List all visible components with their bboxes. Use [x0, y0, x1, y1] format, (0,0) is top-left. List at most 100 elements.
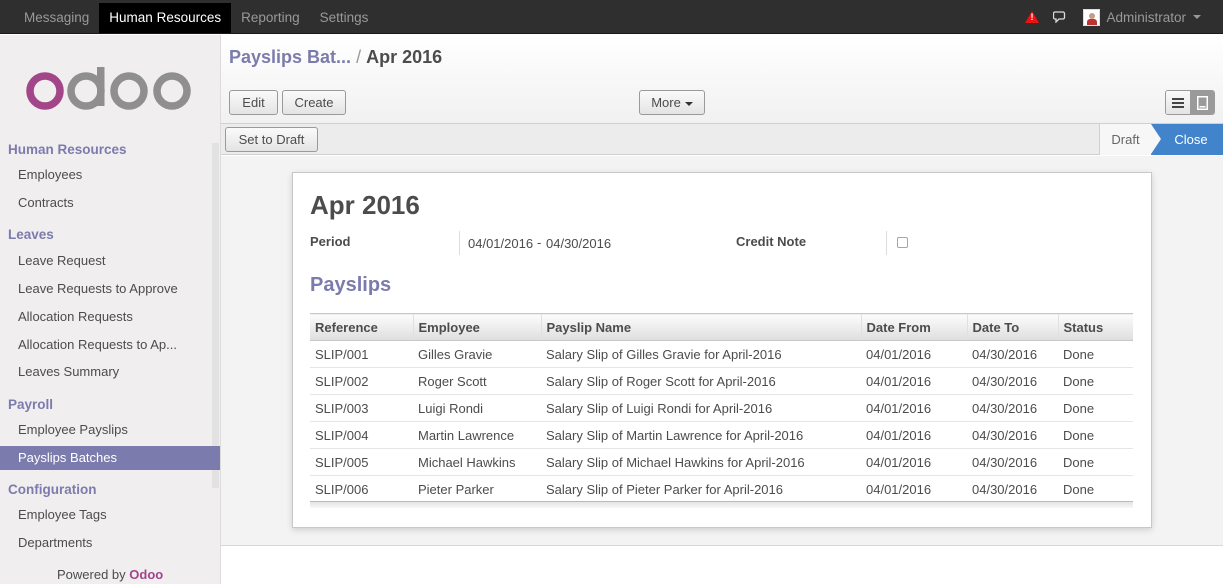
- sidebar-section-leaves: Leaves: [8, 227, 54, 242]
- table-header-row: Reference Employee Payslip Name Date Fro…: [310, 313, 1133, 341]
- caret-down-icon: [684, 101, 693, 106]
- menu-reporting[interactable]: Reporting: [231, 3, 310, 33]
- cell-payslip-name: Salary Slip of Michael Hawkins for April…: [541, 448, 861, 476]
- view-switcher: [1165, 90, 1215, 115]
- sidebar-section-payroll: Payroll: [8, 397, 54, 412]
- cell-employee: Roger Scott: [413, 367, 541, 395]
- user-area: Administrator: [1025, 0, 1201, 34]
- cell-status: Done: [1058, 367, 1133, 395]
- sidebar-item-allocation-requests-to-approve[interactable]: Allocation Requests to Ap...: [0, 333, 220, 357]
- warning-icon[interactable]: [1025, 11, 1040, 23]
- menu-messaging[interactable]: Messaging: [14, 3, 99, 33]
- set-to-draft-button[interactable]: Set to Draft: [225, 127, 318, 152]
- powered-by: Powered by Odoo: [57, 567, 163, 582]
- column-header-reference[interactable]: Reference: [310, 313, 413, 341]
- status-bar: Set to Draft Draft Close: [221, 124, 1223, 155]
- list-view-icon[interactable]: [1166, 91, 1190, 114]
- edit-button[interactable]: Edit: [229, 90, 278, 115]
- chevron-down-icon: [1193, 15, 1201, 19]
- cell-payslip-name: Salary Slip of Martin Lawrence for April…: [541, 421, 861, 449]
- cell-payslip-name: Salary Slip of Gilles Gravie for April-2…: [541, 340, 861, 368]
- payslips-section-title: Payslips: [310, 274, 392, 296]
- payslips-table: Reference Employee Payslip Name Date Fro…: [310, 313, 1133, 503]
- cell-employee: Luigi Rondi: [413, 394, 541, 422]
- form-sheet: Apr 2016 Period 04/01/2016 - 04/30/2016 …: [292, 172, 1152, 528]
- cell-date-from: 04/01/2016: [861, 394, 967, 422]
- sidebar-item-payslips-batches[interactable]: Payslips Batches: [0, 446, 220, 470]
- table-row[interactable]: SLIP/001 Gilles Gravie Salary Slip of Gi…: [310, 340, 1133, 368]
- cell-reference: SLIP/002: [310, 367, 413, 395]
- sidebar-item-departments[interactable]: Departments: [0, 531, 220, 555]
- sidebar-item-employee-tags[interactable]: Employee Tags: [0, 503, 220, 527]
- cell-date-from: 04/01/2016: [861, 448, 967, 476]
- sidebar-item-employees[interactable]: Employees: [0, 163, 220, 187]
- sidebar-item-leave-requests-to-approve[interactable]: Leave Requests to Approve: [0, 277, 220, 301]
- column-header-payslip-name[interactable]: Payslip Name: [540, 313, 861, 341]
- column-header-date-to[interactable]: Date To: [966, 313, 1058, 341]
- cell-status: Done: [1063, 481, 1095, 497]
- form-view-icon[interactable]: [1190, 91, 1214, 114]
- breadcrumb: Payslips Bat... / Apr 2016: [229, 47, 442, 68]
- sidebar-item-allocation-requests[interactable]: Allocation Requests: [0, 305, 220, 329]
- table-footer: [310, 501, 1133, 508]
- cell-reference: SLIP/003: [310, 394, 413, 422]
- cell-status: Done: [1058, 421, 1133, 449]
- cell-date-to: 04/30/2016: [967, 340, 1058, 368]
- period-start-field[interactable]: 04/01/2016: [468, 236, 533, 251]
- cell-date-to: 04/30/2016: [967, 394, 1058, 422]
- cell-payslip-name: Salary Slip of Pieter Parker for April-2…: [546, 481, 783, 497]
- sidebar-item-employee-payslips[interactable]: Employee Payslips: [0, 418, 220, 442]
- breadcrumb-parent[interactable]: Payslips Bat...: [229, 47, 351, 67]
- table-row[interactable]: SLIP/004 Martin Lawrence Salary Slip of …: [310, 421, 1133, 449]
- record-title: Apr 2016: [310, 190, 420, 220]
- control-panel: Payslips Bat... / Apr 2016 Edit Create Mor…: [221, 35, 1223, 124]
- state-close[interactable]: Close: [1151, 124, 1223, 155]
- period-separator: -: [537, 235, 542, 250]
- credit-note-checkbox[interactable]: [897, 237, 908, 248]
- sidebar-item-leave-request[interactable]: Leave Request: [0, 249, 220, 273]
- table-row[interactable]: SLIP/002 Roger Scott Salary Slip of Roge…: [310, 367, 1133, 395]
- state-draft[interactable]: Draft: [1099, 124, 1151, 155]
- user-menu[interactable]: Administrator: [1106, 10, 1186, 25]
- top-menu: Messaging Human Resources Reporting Sett…: [14, 0, 378, 34]
- column-header-status[interactable]: Status: [1057, 313, 1133, 341]
- cell-status: Done: [1058, 394, 1133, 422]
- sidebar-section-configuration: Configuration: [8, 482, 97, 497]
- cell-date-to: 04/30/2016: [972, 481, 1038, 497]
- breadcrumb-current: Apr 2016: [366, 47, 443, 67]
- sidebar-item-contracts[interactable]: Contracts: [0, 191, 220, 215]
- odoo-logo[interactable]: [26, 67, 194, 114]
- sidebar-item-leaves-summary[interactable]: Leaves Summary: [0, 360, 220, 384]
- create-button[interactable]: Create: [282, 90, 346, 115]
- table-row[interactable]: SLIP/003 Luigi Rondi Salary Slip of Luig…: [310, 394, 1133, 422]
- cell-reference: SLIP/006: [315, 481, 369, 497]
- column-header-employee[interactable]: Employee: [412, 313, 541, 341]
- menu-human-resources[interactable]: Human Resources: [99, 3, 232, 33]
- column-header-date-from[interactable]: Date From: [860, 313, 967, 341]
- cell-reference: SLIP/004: [310, 421, 413, 449]
- cell-reference: SLIP/001: [310, 340, 413, 368]
- cell-payslip-name: Salary Slip of Luigi Rondi for April-201…: [541, 394, 861, 422]
- cell-date-from: 04/01/2016: [861, 421, 967, 449]
- powered-by-link[interactable]: Odoo: [129, 567, 163, 582]
- cell-employee: Martin Lawrence: [413, 421, 541, 449]
- cell-payslip-name: Salary Slip of Roger Scott for April-201…: [541, 367, 861, 395]
- cell-date-to: 04/30/2016: [967, 367, 1058, 395]
- period-label: Period: [310, 234, 351, 249]
- table-row[interactable]: SLIP/005 Michael Hawkins Salary Slip of …: [310, 448, 1133, 476]
- credit-note-label: Credit Note: [736, 234, 807, 249]
- more-button[interactable]: More: [639, 90, 705, 115]
- chat-icon[interactable]: [1053, 11, 1067, 23]
- cell-date-to: 04/30/2016: [967, 448, 1058, 476]
- avatar[interactable]: [1083, 8, 1101, 26]
- sidebar-section-human-resources: Human Resources: [8, 142, 127, 157]
- cell-date-to: 04/30/2016: [967, 421, 1058, 449]
- period-end-field[interactable]: 04/30/2016: [546, 236, 611, 251]
- cell-employee: Pieter Parker: [418, 481, 494, 497]
- menu-settings[interactable]: Settings: [310, 3, 379, 33]
- field-divider: [459, 231, 460, 255]
- table-row[interactable]: SLIP/006 Pieter Parker Salary Slip of Pi…: [310, 476, 1133, 503]
- cell-date-from: 04/01/2016: [861, 340, 967, 368]
- powered-by-label: Powered by: [57, 567, 126, 582]
- main-content: Payslips Bat... / Apr 2016 Edit Create Mor…: [221, 35, 1223, 584]
